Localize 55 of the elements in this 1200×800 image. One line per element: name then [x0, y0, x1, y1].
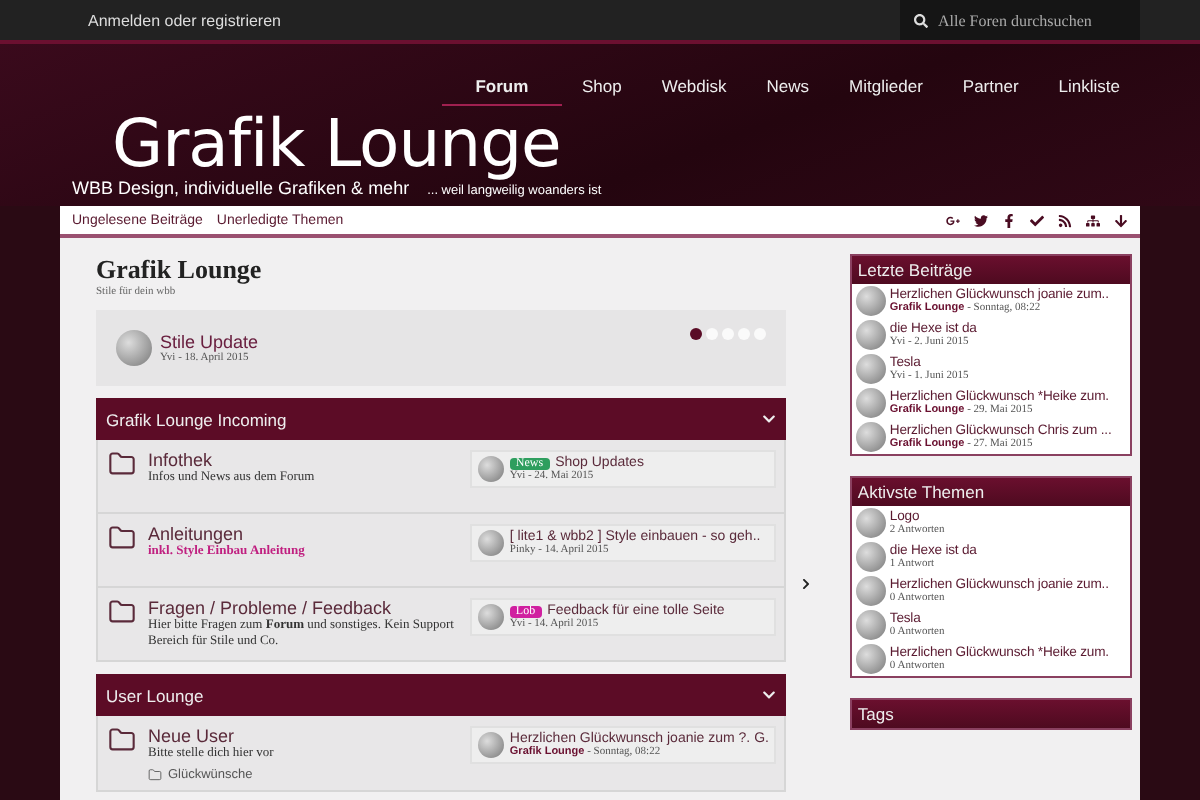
avatar — [855, 388, 886, 418]
checkmark-icon[interactable] — [1030, 213, 1044, 227]
nav-tab[interactable]: Forum — [441, 72, 562, 106]
avatar — [855, 286, 886, 316]
nav-tab[interactable]: Mitglieder — [829, 72, 943, 106]
folder-icon — [108, 598, 136, 626]
avatar — [855, 508, 886, 538]
board-title[interactable]: Fragen / Probleme / Feedback — [148, 598, 458, 618]
avatar — [116, 330, 152, 366]
avatar — [855, 542, 886, 572]
folder-icon — [108, 726, 136, 754]
avatar — [855, 354, 886, 384]
rss-icon[interactable] — [1058, 213, 1072, 227]
avatar — [855, 576, 886, 606]
page-title: Grafik Lounge — [96, 254, 264, 286]
avatar — [477, 456, 504, 482]
nav-tab[interactable]: Webdisk — [641, 72, 747, 106]
nav-tab[interactable]: Partner — [942, 72, 1039, 106]
search-field[interactable]: Alle Foren durchsuchen — [900, 0, 1140, 40]
avatar — [855, 320, 886, 350]
google-plus-icon[interactable] — [946, 213, 960, 227]
sidebar-heading: Tags — [851, 700, 1130, 728]
folder-icon — [148, 768, 162, 782]
arrow-down-icon[interactable] — [1114, 213, 1128, 227]
nav-tab[interactable]: Shop — [561, 72, 642, 106]
avatar — [855, 610, 886, 640]
avatar — [855, 422, 886, 452]
nav-tab[interactable]: Linkliste — [1038, 72, 1140, 106]
logo-tagline: WBB Design, individuelle Grafiken & mehr — [72, 178, 410, 198]
sidebar-heading: Letzte Beiträge — [851, 256, 1130, 284]
chevron-icon[interactable] — [761, 688, 776, 702]
facebook-icon[interactable] — [1002, 213, 1016, 227]
category-title[interactable]: Grafik Lounge Incoming — [106, 409, 287, 429]
slider-dot[interactable] — [689, 328, 702, 340]
board-title[interactable]: Infothek — [148, 450, 458, 470]
login-link[interactable]: Anmelden oder registrieren — [88, 11, 281, 29]
sitemap-icon[interactable] — [1086, 213, 1100, 227]
avatar — [477, 604, 504, 630]
avatar — [477, 732, 504, 758]
folder-icon — [108, 450, 136, 478]
nav-tab[interactable]: News — [746, 72, 830, 106]
slide-title[interactable]: Stile Update — [160, 332, 259, 352]
folder-icon — [108, 524, 136, 552]
category-title[interactable]: User Lounge — [106, 685, 204, 705]
next-arrow-icon[interactable] — [799, 578, 812, 590]
board-title[interactable]: Neue User — [148, 726, 458, 746]
board-title[interactable]: Anleitungen — [148, 524, 458, 544]
bird-icon[interactable] — [974, 213, 988, 227]
sidebar-heading: Aktivste Themen — [851, 478, 1130, 506]
avatar — [855, 644, 886, 674]
slider-dot[interactable] — [705, 328, 718, 340]
avatar — [477, 530, 504, 556]
search-icon — [914, 13, 928, 27]
chevron-icon[interactable] — [761, 412, 776, 426]
logo-title: Grafik Lounge — [112, 110, 563, 178]
